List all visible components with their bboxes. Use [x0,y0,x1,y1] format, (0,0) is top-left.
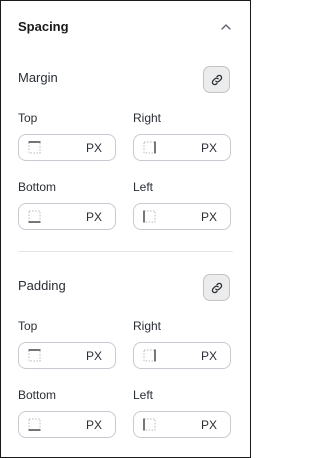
padding-top-input[interactable]: PX [18,342,116,369]
padding-left-unit: PX [200,418,217,432]
margin-bottom-unit: PX [85,210,102,224]
link-icon [211,282,222,293]
spacing-panel: Spacing Margin Top PX Right PX Bottom PX… [0,0,251,458]
margin-top-label: Top [18,111,38,125]
link-icon [211,74,222,85]
section-divider [18,251,233,252]
margin-left-input[interactable]: PX [133,203,231,230]
side-right-icon [143,141,156,154]
margin-right-unit: PX [200,141,217,155]
padding-right-label: Right [133,319,162,333]
margin-link-button[interactable] [203,66,230,93]
margin-bottom-input[interactable]: PX [18,203,116,230]
padding-left-input[interactable]: PX [133,411,231,438]
side-bottom-icon [28,210,41,223]
margin-left-label: Left [133,180,154,194]
margin-top-input[interactable]: PX [18,134,116,161]
padding-right-unit: PX [200,349,217,363]
panel-header[interactable]: Spacing [18,18,233,36]
chevron-up-icon[interactable] [219,20,233,34]
padding-top-unit: PX [85,349,102,363]
padding-bottom-label: Bottom [18,388,57,402]
side-right-icon [143,349,156,362]
side-left-icon [143,418,156,431]
padding-bottom-input[interactable]: PX [18,411,116,438]
side-left-icon [143,210,156,223]
padding-link-button[interactable] [203,274,230,301]
margin-right-input[interactable]: PX [133,134,231,161]
margin-left-unit: PX [200,210,217,224]
padding-left-label: Left [133,388,154,402]
margin-bottom-label: Bottom [18,180,57,194]
padding-bottom-unit: PX [85,418,102,432]
margin-label: Margin [18,70,58,85]
margin-right-label: Right [133,111,162,125]
side-bottom-icon [28,418,41,431]
side-top-icon [28,141,41,154]
padding-right-input[interactable]: PX [133,342,231,369]
panel-title: Spacing [18,19,69,34]
padding-label: Padding [18,278,66,293]
side-top-icon [28,349,41,362]
margin-top-unit: PX [85,141,102,155]
padding-top-label: Top [18,319,38,333]
